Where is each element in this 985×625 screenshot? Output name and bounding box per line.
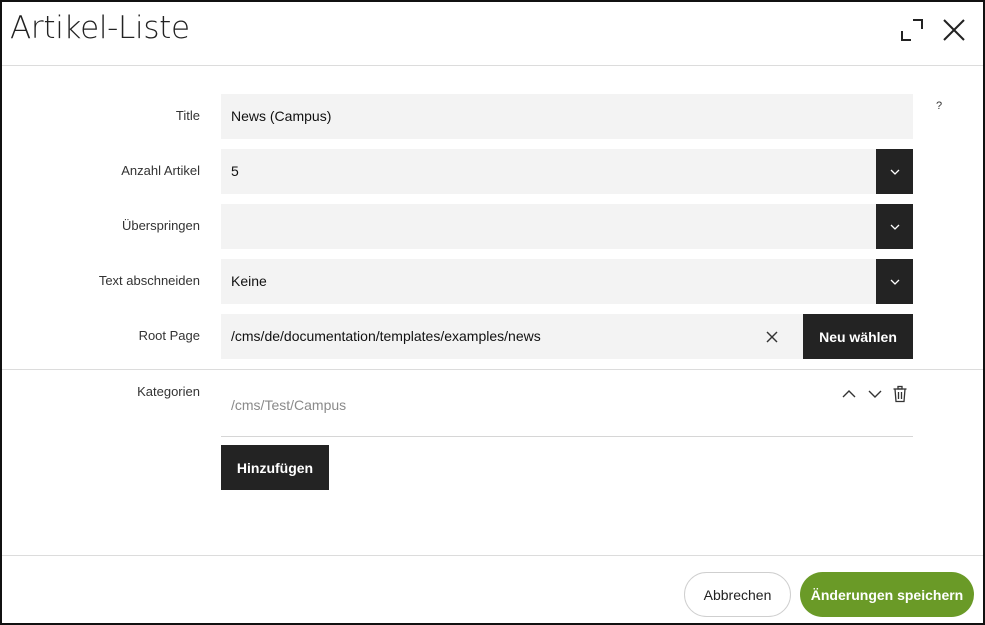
chevron-down-icon xyxy=(890,279,899,285)
trash-icon[interactable] xyxy=(891,385,909,403)
count-label: Anzahl Artikel xyxy=(121,163,200,178)
add-category-button[interactable]: Hinzufügen xyxy=(221,445,329,490)
expand-icon[interactable] xyxy=(898,16,926,44)
truncate-label: Text abschneiden xyxy=(98,273,200,288)
chevron-down-icon xyxy=(890,224,899,230)
footer-divider xyxy=(2,555,983,556)
title-label: Title xyxy=(175,108,200,123)
move-up-icon[interactable] xyxy=(840,385,858,403)
move-down-icon[interactable] xyxy=(866,385,884,403)
cancel-button[interactable]: Abbrechen xyxy=(684,572,791,617)
title-input[interactable]: News (Campus) xyxy=(221,94,913,139)
truncate-dropdown-button[interactable] xyxy=(876,259,913,304)
count-select[interactable]: 5 xyxy=(221,149,876,194)
skip-dropdown-button[interactable] xyxy=(876,204,913,249)
help-icon[interactable]: ? xyxy=(936,100,942,112)
skip-label: Überspringen xyxy=(121,218,200,233)
save-changes-button[interactable]: Änderungen speichern xyxy=(800,572,974,617)
chevron-down-icon xyxy=(890,169,899,175)
close-icon[interactable] xyxy=(940,16,968,44)
dialog-header: Artikel-Liste xyxy=(2,2,983,66)
clear-icon[interactable] xyxy=(764,329,780,345)
root-page-input[interactable]: /cms/de/documentation/templates/examples… xyxy=(221,314,803,359)
category-underline xyxy=(221,436,913,437)
section-divider xyxy=(2,369,983,370)
dialog-title: Artikel-Liste xyxy=(10,10,190,46)
dialog: Artikel-Liste ? Title News (Campus) Anza… xyxy=(0,0,985,625)
truncate-select[interactable]: Keine xyxy=(221,259,876,304)
root-page-label: Root Page xyxy=(138,328,200,343)
category-path[interactable]: /cms/Test/Campus xyxy=(231,397,346,413)
choose-new-button[interactable]: Neu wählen xyxy=(803,314,913,359)
count-dropdown-button[interactable] xyxy=(876,149,913,194)
skip-select[interactable] xyxy=(221,204,876,249)
categories-label: Kategorien xyxy=(137,384,200,399)
